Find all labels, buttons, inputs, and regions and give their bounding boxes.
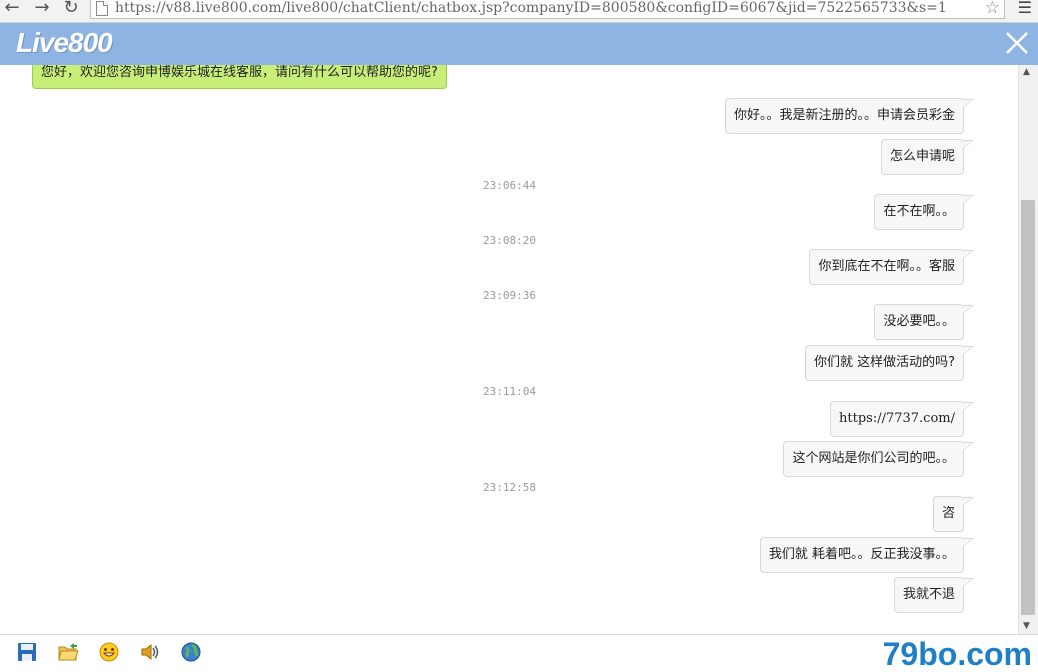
address-bar[interactable]: https://v88.live800.com/live800/chatClie…	[90, 0, 1005, 19]
visitor-message-link[interactable]: https://7737.com/	[830, 401, 974, 437]
visitor-message: 在不在啊。。	[874, 194, 974, 230]
save-icon[interactable]	[16, 641, 38, 663]
chat-scrollbar[interactable]: ▲ ▼	[1018, 65, 1038, 634]
visitor-message: 怎么申请呢	[880, 139, 975, 175]
operator-message: 您好，欢迎您咨询申博娱乐城在线客服，请问有什么可以帮助您的呢?	[32, 65, 447, 89]
visitor-message: 我们就 耗着吧。。反正我没事。。	[759, 537, 975, 573]
visitor-message: 这个网站是你们公司的吧。。	[783, 441, 974, 477]
chat-messages: 您好，欢迎您咨询申博娱乐城在线客服，请问有什么可以帮助您的呢? 你好。。我是新注…	[0, 65, 1018, 634]
scroll-up-arrow-icon[interactable]: ▲	[1023, 67, 1030, 77]
emoticon-icon[interactable]	[98, 641, 120, 663]
message-timestamp: 23:12:58	[483, 481, 536, 494]
close-icon[interactable]	[1002, 28, 1032, 58]
visitor-message: 你们就 这样做活动的吗?	[804, 345, 975, 381]
scroll-thumb[interactable]	[1021, 200, 1035, 615]
chat-header: Live800	[0, 23, 1038, 65]
page-icon	[96, 1, 108, 16]
chat-toolbar: 79bo.com	[0, 634, 1038, 672]
message-timestamp: 23:09:36	[483, 289, 536, 302]
visitor-message: 你好。。我是新注册的。。申请会员彩金	[724, 98, 975, 134]
scroll-down-arrow-icon[interactable]: ▼	[1023, 621, 1030, 631]
visitor-message: 咨	[932, 496, 975, 532]
back-icon[interactable]: ←	[2, 0, 22, 18]
watermark-text: 79bo.com	[882, 636, 1032, 672]
forward-icon[interactable]: →	[32, 0, 52, 18]
message-timestamp: 23:11:04	[483, 385, 536, 398]
message-timestamp: 23:08:20	[483, 234, 536, 247]
bookmark-star-icon[interactable]: ☆	[985, 0, 1000, 17]
browser-menu-icon[interactable]: ☰	[1018, 0, 1032, 16]
reload-icon[interactable]: ↻	[61, 0, 81, 18]
live800-logo: Live800	[16, 27, 113, 58]
visitor-message: 没必要吧。。	[874, 304, 974, 340]
sound-icon[interactable]	[139, 641, 161, 663]
visitor-message: 我就不退	[893, 577, 975, 613]
open-folder-icon[interactable]	[57, 641, 79, 663]
browser-toolbar: ← → ↻ https://v88.live800.com/live800/ch…	[0, 0, 1038, 23]
globe-icon[interactable]	[180, 641, 202, 663]
message-timestamp: 23:06:44	[483, 179, 536, 192]
url-text[interactable]: https://v88.live800.com/live800/chatClie…	[115, 0, 975, 18]
visitor-message: 你到底在不在啊。。客服	[809, 249, 974, 285]
